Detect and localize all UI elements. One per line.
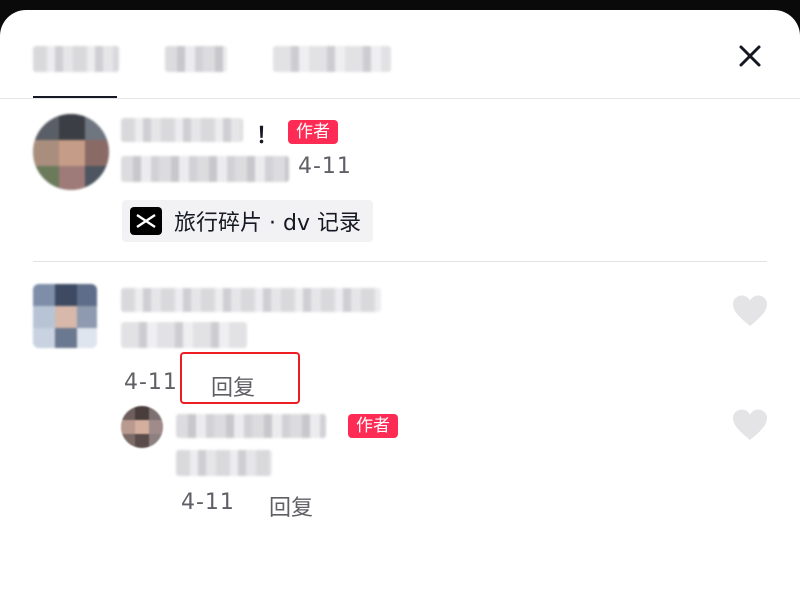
- header-divider: [0, 98, 800, 99]
- author-name-suffix: ！: [256, 124, 279, 149]
- author-badge: 作者: [348, 414, 398, 438]
- comment-date: 4-11: [124, 370, 178, 395]
- reply-button[interactable]: 回复: [269, 490, 313, 522]
- comment-text: [121, 156, 289, 182]
- heart-icon[interactable]: [731, 294, 769, 328]
- video-tag-chip[interactable]: 旅行碎片 · dv 记录: [122, 200, 373, 242]
- commenter-name[interactable]: [121, 288, 381, 312]
- comment-divider: [33, 261, 767, 262]
- tab-comments[interactable]: [33, 46, 119, 72]
- tab-second[interactable]: [165, 46, 227, 72]
- video-tag-label: 旅行碎片 · dv 记录: [174, 211, 361, 236]
- reply-date: 4-11: [181, 490, 235, 515]
- reply-highlight-box: [180, 352, 300, 404]
- close-icon[interactable]: [736, 42, 764, 70]
- comment-text: [121, 322, 247, 348]
- heart-icon[interactable]: [731, 408, 769, 442]
- author-name[interactable]: [121, 118, 243, 142]
- author-badge: 作者: [288, 120, 338, 144]
- capcut-icon: [130, 207, 162, 235]
- avatar[interactable]: [33, 114, 109, 190]
- avatar[interactable]: [33, 284, 97, 348]
- comment-sheet: ！ 作者 4-11 旅行碎片 · dv 记录 4-11 回复 作者 4-11 回…: [0, 10, 800, 600]
- comment-date: 4-11: [298, 154, 352, 179]
- reply-text: [176, 450, 272, 476]
- reply-author-name[interactable]: [176, 414, 326, 438]
- tab-third[interactable]: [273, 46, 391, 72]
- avatar[interactable]: [121, 406, 163, 448]
